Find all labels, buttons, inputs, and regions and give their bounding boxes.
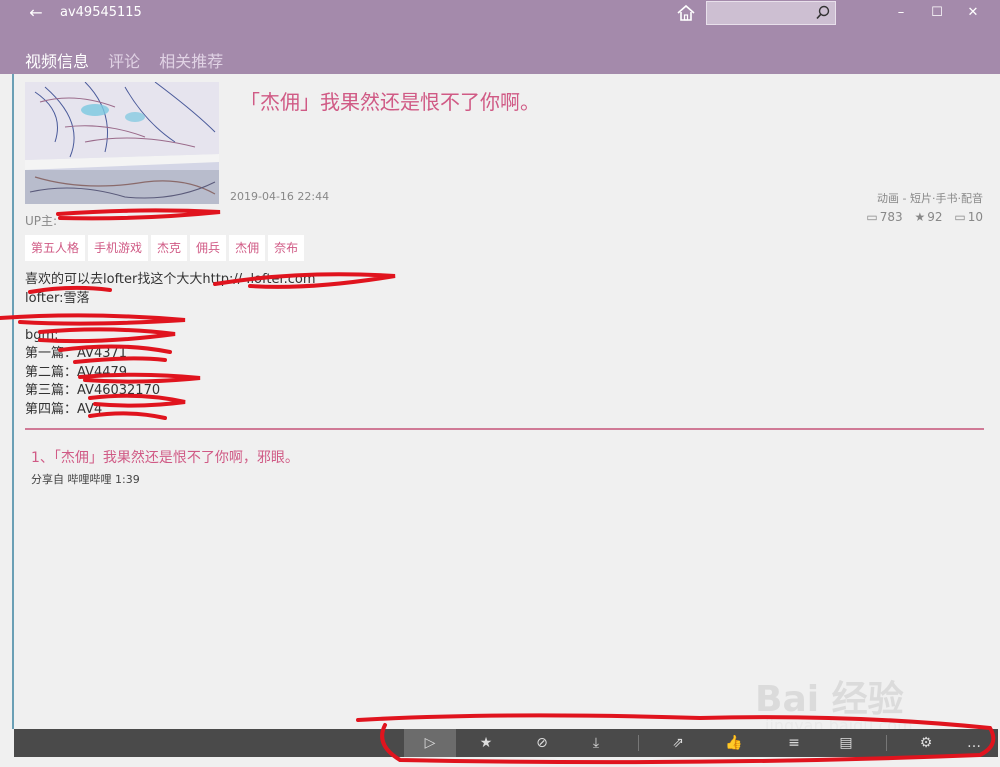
publish-date: 2019-04-16 22:44: [230, 190, 330, 203]
description-line: 第三篇：AV46032170: [25, 383, 161, 398]
video-icon: ▭: [866, 210, 878, 224]
tag[interactable]: 奈布: [268, 235, 305, 261]
title-row: ← av49545115 – ☐ ✕: [0, 0, 1000, 27]
video-description: 喜欢的可以去lofter找这个大大http:// .lofter.com lof…: [25, 271, 445, 419]
comment-icon: ▭: [954, 210, 966, 224]
video-thumbnail[interactable]: [25, 82, 219, 204]
command-separator: [886, 735, 887, 751]
download-button[interactable]: ⤓: [576, 729, 616, 757]
star-icon: ★: [914, 210, 926, 224]
coin-button[interactable]: ⊘: [522, 729, 562, 757]
search-input[interactable]: [706, 1, 836, 25]
tab-related[interactable]: 相关推荐: [159, 48, 223, 72]
home-icon[interactable]: [675, 3, 697, 23]
uploader[interactable]: UP主:: [25, 212, 57, 229]
more-button[interactable]: …: [954, 729, 994, 757]
description-line: 第一篇：AV4371: [25, 346, 128, 361]
video-title: 「杰佣」我果然还是恨不了你啊。: [240, 90, 540, 114]
divider: [25, 428, 984, 430]
back-button[interactable]: ←: [24, 2, 48, 24]
description-line: 喜欢的可以去lofter找这个大大http:// .lofter.com: [25, 272, 316, 287]
tab-comments[interactable]: 评论: [108, 48, 140, 72]
maximize-button[interactable]: ☐: [919, 2, 955, 24]
tag[interactable]: 杰佣: [229, 235, 266, 261]
favorite-button[interactable]: ★: [466, 729, 506, 757]
close-button[interactable]: ✕: [955, 2, 991, 24]
description-line: 第四篇：AV4: [25, 401, 103, 417]
video-stats: ▭ 783 ★ 92 ▭ 10: [858, 210, 983, 224]
like-button[interactable]: 👍: [714, 729, 754, 757]
command-separator: [638, 735, 639, 751]
command-bar: ▷ ★ ⊘ ⤓ ⇗ 👍 ≡ ▤ ⚙ …: [14, 729, 998, 757]
description-line: lofter:雪落: [25, 290, 90, 306]
description-line: 第二篇：AV4479: [25, 364, 128, 380]
favorite-count: 92: [927, 210, 943, 224]
video-category[interactable]: 动画 - 短片·手书·配音: [877, 190, 983, 206]
baidu-watermark: Bai 经验 jingyan.baidu.com: [745, 660, 985, 740]
title-bar: ← av49545115 – ☐ ✕ 视频信息 评论 相关推荐: [0, 0, 1000, 74]
search-icon[interactable]: [815, 4, 831, 22]
tag[interactable]: 杰克: [151, 235, 188, 261]
watermark-logo: Bai 经验: [755, 679, 904, 720]
uploader-label: UP主:: [25, 214, 58, 228]
share-button[interactable]: ⇗: [658, 729, 698, 757]
minimize-button[interactable]: –: [883, 2, 919, 24]
description-line: [25, 308, 445, 327]
description-line: bgm:: [25, 327, 59, 343]
tag[interactable]: 第五人格: [25, 235, 86, 261]
left-accent-line: [12, 74, 14, 729]
settings-button[interactable]: ⚙: [906, 729, 946, 757]
app-window: ← av49545115 – ☐ ✕ 视频信息 评论 相关推荐 「杰佣」我果然还…: [0, 0, 1000, 767]
danmaku-button[interactable]: ▤: [826, 729, 866, 757]
window-title: av49545115: [60, 5, 142, 20]
play-button[interactable]: ▷: [404, 729, 456, 757]
tag[interactable]: 佣兵: [190, 235, 227, 261]
tab-bar: 视频信息 评论 相关推荐: [25, 48, 237, 72]
tab-video-info[interactable]: 视频信息: [25, 48, 89, 72]
view-count: 783: [879, 210, 903, 224]
playlist-button[interactable]: ≡: [774, 729, 814, 757]
part-meta: 分享自 哔哩哔哩 1:39: [31, 473, 140, 486]
tag[interactable]: 手机游戏: [88, 235, 149, 261]
comment-count: 10: [967, 210, 983, 224]
tag-list: 第五人格 手机游戏 杰克 佣兵 杰佣 奈布: [25, 235, 307, 261]
part-title[interactable]: 1、「杰佣」我果然还是恨不了你啊，邪眼。: [31, 447, 299, 467]
